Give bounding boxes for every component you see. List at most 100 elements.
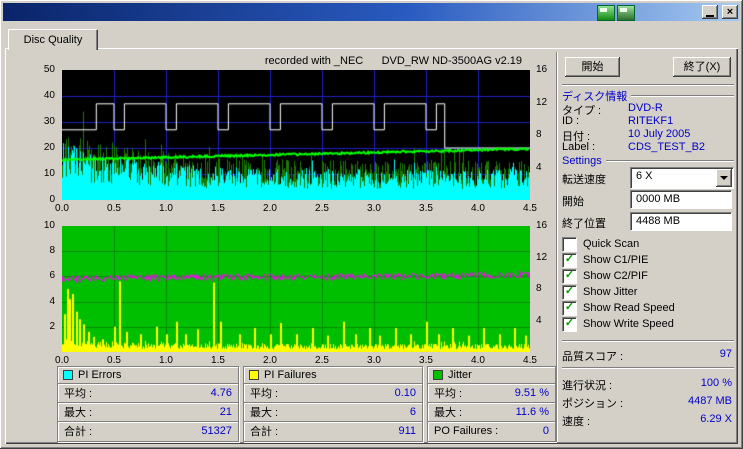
checkbox-label: Show Jitter <box>583 286 638 298</box>
jitter-title: Jitter <box>448 369 472 381</box>
stat-value: 51327 <box>201 425 232 437</box>
checkbox-label: Show C2/PIF <box>583 270 648 282</box>
stat-value: 9.51 % <box>514 387 549 399</box>
tick-label: 1.0 <box>159 203 173 214</box>
tick-label: 8 <box>49 245 55 257</box>
tick-label: 1.5 <box>211 355 225 366</box>
exit-button[interactable]: 終了(X) <box>673 57 731 77</box>
pi-failures-title: PI Failures <box>264 369 317 381</box>
checkbox-icon[interactable]: ✓ <box>562 252 577 268</box>
disc-type-row: タイプ : DVD-R <box>562 102 734 117</box>
checkbox-show-read-speed[interactable]: ✓ Show Read Speed <box>562 300 675 316</box>
stat-label: 最大 : <box>64 407 93 419</box>
stat-value: 11.6 % <box>515 406 549 418</box>
pi-errors-title: PI Errors <box>78 369 122 381</box>
stat-row: 合計 : 51327 <box>58 422 238 440</box>
start-button[interactable]: 開始 <box>565 57 620 77</box>
checkbox-label: Quick Scan <box>583 238 640 250</box>
tick-label: 4 <box>49 295 55 307</box>
checkbox-show-write-speed[interactable]: ✓ Show Write Speed <box>562 316 674 332</box>
speed-label: 速度 : <box>562 416 591 428</box>
stat-row: 最大 : 11.6 % <box>428 403 555 422</box>
checkbox-icon[interactable] <box>562 236 577 252</box>
tick-label: 2 <box>49 320 55 332</box>
stat-row: 平均 : 4.76 <box>58 384 238 403</box>
title-bar[interactable]: CD Speed : Disc Quality Test - BENQ DVD … <box>3 3 740 21</box>
checkbox-show-c1-pie[interactable]: ✓ Show C1/PIE <box>562 252 649 268</box>
minimize-button[interactable] <box>702 5 718 19</box>
minimize-icon <box>706 14 714 17</box>
stat-value: 0.10 <box>394 387 416 399</box>
pi-failures-group: PI Failures 平均 : 0.10 最大 : 6 合計 : 911 <box>243 366 423 442</box>
tick-label: 4.0 <box>471 203 485 214</box>
bottom-chart-left-axis: 2 4 6 8 10 <box>32 220 58 352</box>
stat-row: 平均 : 9.51 % <box>428 384 555 403</box>
quality-score-row: 品質スコア : 97 <box>562 348 734 363</box>
start-position-field[interactable]: 0000 MB <box>630 190 732 209</box>
stat-value: 0 <box>542 425 549 437</box>
quality-score-value: 97 <box>719 348 732 360</box>
tick-label: 3.5 <box>419 203 433 214</box>
jitter-header: Jitter <box>428 367 555 384</box>
tick-label: 4 <box>536 314 542 326</box>
close-button[interactable]: × <box>722 5 738 19</box>
tick-label: 50 <box>43 64 55 75</box>
disc-date-value: 10 July 2005 <box>628 128 691 140</box>
tick-label: 4.0 <box>471 355 485 366</box>
disc-id-row: ID : RITEKF1 <box>562 115 734 128</box>
checkbox-label: Show C1/PIE <box>583 254 649 266</box>
jitter-group: Jitter 平均 : 9.51 % 最大 : 11.6 % PO Failures… <box>427 366 556 442</box>
tick-label: 10 <box>43 168 55 179</box>
tab-disc-quality[interactable]: Disc Quality <box>8 29 98 50</box>
checkbox-icon[interactable]: ✓ <box>562 268 577 284</box>
tick-label: 1.0 <box>159 355 173 366</box>
checkbox-icon[interactable]: ✓ <box>562 300 577 316</box>
tick-label: 40 <box>43 90 55 101</box>
tick-label: 0.5 <box>107 203 121 214</box>
top-chart-canvas <box>62 70 530 200</box>
position-label: ポジション : <box>562 398 624 410</box>
top-chart-x-axis: 0.0 0.5 1.0 1.5 2.0 2.5 3.0 3.5 4.0 4.5 <box>55 203 537 215</box>
stat-label: PO Failures : <box>434 425 499 437</box>
disc-label-row: Label : CDS_TEST_B2 <box>562 141 734 154</box>
checkbox-show-jitter[interactable]: ✓ Show Jitter <box>562 284 638 300</box>
tick-label: 4.5 <box>523 203 537 214</box>
start-position-label: 開始 <box>562 196 584 208</box>
top-chart-left-axis: 0 10 20 30 40 50 <box>32 64 58 205</box>
pi-errors-group: PI Errors 平均 : 4.76 最大 : 21 合計 : 51327 <box>57 366 239 442</box>
stat-row: 合計 : 911 <box>244 422 422 440</box>
jitter-swatch <box>433 370 443 380</box>
checkbox-show-c2-pif[interactable]: ✓ Show C2/PIF <box>562 268 648 284</box>
disc-type-value: DVD-R <box>628 102 663 114</box>
transfer-speed-label: 転送速度 <box>562 174 606 186</box>
transfer-speed-select[interactable]: 6 X <box>630 167 734 189</box>
checkbox-quick-scan[interactable]: Quick Scan <box>562 236 640 252</box>
stat-row: 最大 : 21 <box>58 403 238 422</box>
end-position-field[interactable]: 4488 MB <box>630 212 732 231</box>
tick-label: 0.0 <box>55 203 69 214</box>
tick-label: 3.0 <box>367 355 381 366</box>
divider <box>562 340 734 342</box>
disc-date-row: 日付 :10 July 2005 <box>562 128 734 143</box>
settings-section: Settings <box>562 155 734 167</box>
tick-label: 2.0 <box>263 203 277 214</box>
tick-label: 8 <box>536 283 542 294</box>
tick-label: 12 <box>536 251 548 263</box>
stat-label: 平均 : <box>250 388 279 400</box>
transfer-speed-value: 6 X <box>636 170 653 182</box>
divider <box>562 84 734 86</box>
title-green-icon-2[interactable] <box>617 5 635 21</box>
tick-label: 0.5 <box>107 355 121 366</box>
tick-label: 2.5 <box>315 203 329 214</box>
stat-label: 平均 : <box>64 388 93 400</box>
stat-row: PO Failures : 0 <box>428 422 555 440</box>
checkbox-icon[interactable]: ✓ <box>562 284 577 300</box>
bottom-chart-canvas <box>62 226 530 352</box>
dropdown-button[interactable] <box>716 169 732 187</box>
title-green-icon-1[interactable] <box>597 5 615 21</box>
stat-row: 最大 : 6 <box>244 403 422 422</box>
tick-label: 12 <box>536 96 548 108</box>
close-icon: × <box>726 5 734 18</box>
checkbox-icon[interactable]: ✓ <box>562 316 577 332</box>
speed-value: 6.29 X <box>700 413 732 425</box>
